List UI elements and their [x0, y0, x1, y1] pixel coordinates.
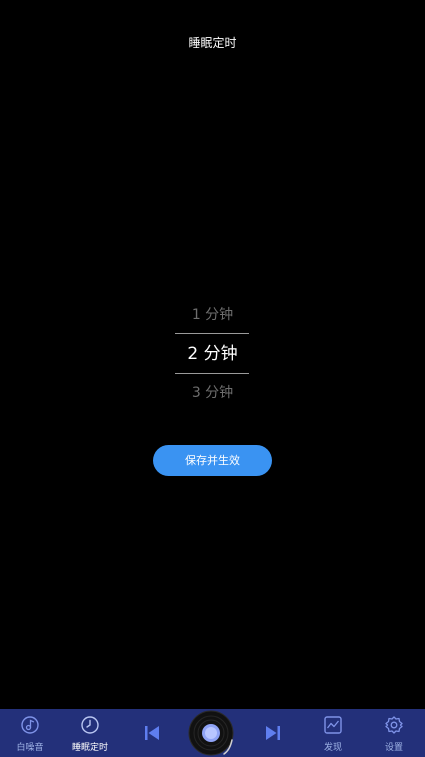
picker-option-previous[interactable]: 1 分钟	[0, 296, 425, 334]
vinyl-disc-icon[interactable]	[188, 710, 234, 756]
tab-label: 睡眠定时	[71, 743, 108, 753]
tab-discover[interactable]: 发现	[303, 709, 363, 757]
gear-icon	[385, 716, 403, 734]
bottom-tab-bar: 白噪音 睡眠定时 发现 设置	[0, 709, 425, 757]
tab-white-noise[interactable]: 白噪音	[0, 709, 60, 757]
music-note-icon	[21, 716, 39, 734]
page-title: 睡眠定时	[188, 36, 237, 50]
chart-icon	[324, 716, 342, 734]
tab-label: 白噪音	[16, 743, 44, 753]
tab-settings[interactable]: 设置	[364, 709, 424, 757]
previous-track-icon[interactable]	[141, 722, 163, 744]
picker-option-selected[interactable]: 2 分钟	[0, 335, 425, 373]
next-track-icon[interactable]	[262, 722, 284, 744]
tab-label: 设置	[384, 743, 403, 753]
tab-label: 发现	[323, 743, 342, 753]
save-and-apply-button[interactable]: 保存并生效	[153, 445, 272, 476]
picker-option-next[interactable]: 3 分钟	[0, 374, 425, 412]
minute-picker[interactable]: 1 分钟 2 分钟 3 分钟	[0, 296, 425, 412]
tab-sleep-timer[interactable]: 睡眠定时	[60, 709, 120, 757]
picker-divider-top	[175, 333, 249, 334]
clock-icon	[81, 716, 99, 734]
